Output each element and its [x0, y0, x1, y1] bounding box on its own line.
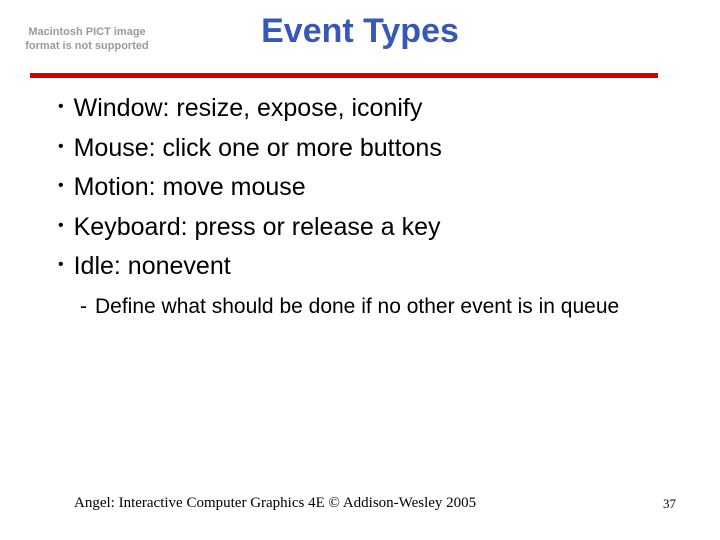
footer-citation: Angel: Interactive Computer Graphics 4E … — [74, 495, 476, 512]
bullet-item: • Window: resize, expose, iconify — [58, 92, 673, 125]
page-number: 37 — [663, 496, 676, 512]
divider-rule — [30, 73, 658, 78]
bullet-item: • Keyboard: press or release a key — [58, 211, 673, 244]
bullet-icon: • — [58, 250, 64, 280]
bullet-text: Idle: nonevent — [74, 250, 231, 283]
bullet-item: • Motion: move mouse — [58, 171, 673, 204]
bullet-item: • Mouse: click one or more buttons — [58, 132, 673, 165]
sub-bullet-text: Define what should be done if no other e… — [95, 293, 619, 320]
bullet-text: Window: resize, expose, iconify — [74, 92, 423, 125]
slide-body: • Window: resize, expose, iconify • Mous… — [58, 92, 673, 320]
dash-icon: - — [80, 293, 87, 320]
bullet-item: • Idle: nonevent — [58, 250, 673, 283]
bullet-text: Keyboard: press or release a key — [74, 211, 441, 244]
bullet-text: Motion: move mouse — [74, 171, 306, 204]
slide-title: Event Types — [0, 12, 720, 51]
bullet-text: Mouse: click one or more buttons — [74, 132, 442, 165]
bullet-icon: • — [58, 171, 64, 201]
bullet-icon: • — [58, 92, 64, 122]
bullet-icon: • — [58, 132, 64, 162]
bullet-icon: • — [58, 211, 64, 241]
sub-bullet-item: - Define what should be done if no other… — [80, 293, 640, 320]
